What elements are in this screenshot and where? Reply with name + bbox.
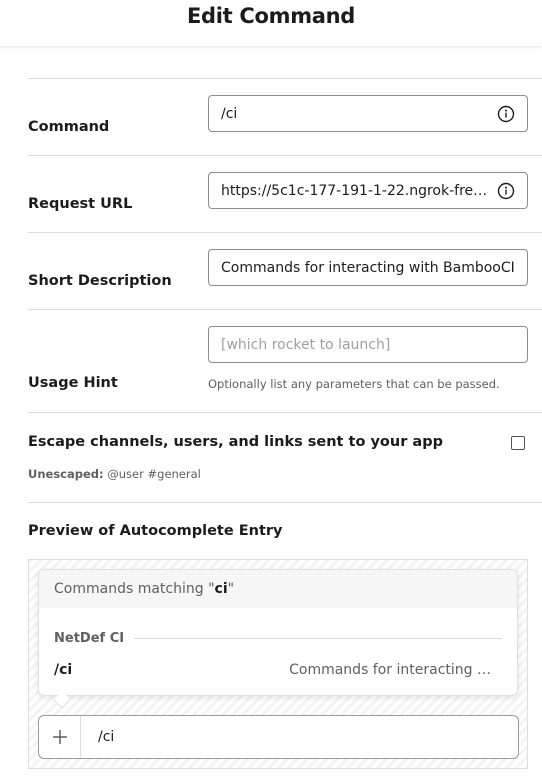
matching-suffix: ": [227, 581, 235, 597]
divider: [28, 309, 542, 310]
escape-checkbox[interactable]: [511, 436, 525, 450]
message-composer[interactable]: /ci: [38, 715, 519, 759]
info-icon[interactable]: [497, 182, 515, 200]
autocomplete-description: Commands for interacting …: [289, 662, 491, 678]
short-description-value: Commands for interacting with BambooCI: [221, 259, 515, 276]
divider: [28, 502, 542, 503]
matching-term: ci: [214, 581, 228, 597]
plus-icon: [52, 730, 67, 744]
request-url-input[interactable]: https://5c1c-177-191-1-22.ngrok-free.app…: [208, 172, 528, 209]
autocomplete-popup: Commands matching " ci " NetDef CI /ci Com…: [38, 569, 518, 696]
request-url-label: Request URL: [28, 196, 133, 212]
page-header: Edit Command: [0, 0, 542, 46]
divider: [28, 78, 542, 79]
preview-title: Preview of Autocomplete Entry: [28, 523, 283, 539]
autocomplete-group: NetDef CI: [54, 630, 502, 646]
command-input[interactable]: /ci: [208, 95, 528, 132]
usage-hint-input[interactable]: [which rocket to launch]: [208, 326, 528, 363]
usage-hint-help: Optionally list any parameters that can …: [208, 377, 500, 391]
composer-text: /ci: [98, 729, 115, 745]
page-title: Edit Command: [186, 4, 356, 28]
request-url-value: https://5c1c-177-191-1-22.ngrok-free.app…: [221, 182, 489, 199]
command-value: /ci: [221, 105, 238, 122]
usage-hint-label: Usage Hint: [28, 375, 118, 391]
unescaped-label: Unescaped:: [28, 467, 104, 481]
escape-label: Escape channels, users, and links sent t…: [28, 434, 443, 450]
autocomplete-command: /ci: [54, 662, 73, 678]
group-divider: [134, 637, 502, 639]
divider: [28, 412, 542, 413]
unescaped-value: @user #general: [107, 467, 201, 481]
autocomplete-item[interactable]: /ci Commands for interacting …: [54, 660, 491, 680]
add-button[interactable]: [39, 716, 81, 758]
divider: [28, 232, 542, 233]
matching-prefix: Commands matching ": [54, 581, 215, 597]
short-description-input[interactable]: Commands for interacting with BambooCI: [208, 249, 528, 286]
group-name: NetDef CI: [54, 630, 125, 646]
info-icon[interactable]: [497, 105, 515, 123]
short-description-label: Short Description: [28, 273, 172, 289]
usage-hint-placeholder: [which rocket to launch]: [221, 336, 391, 353]
unescaped-example: Unescaped: @user #general: [28, 467, 201, 481]
command-label: Command: [28, 119, 110, 135]
divider: [28, 155, 542, 156]
autocomplete-header: Commands matching " ci ": [39, 570, 517, 608]
